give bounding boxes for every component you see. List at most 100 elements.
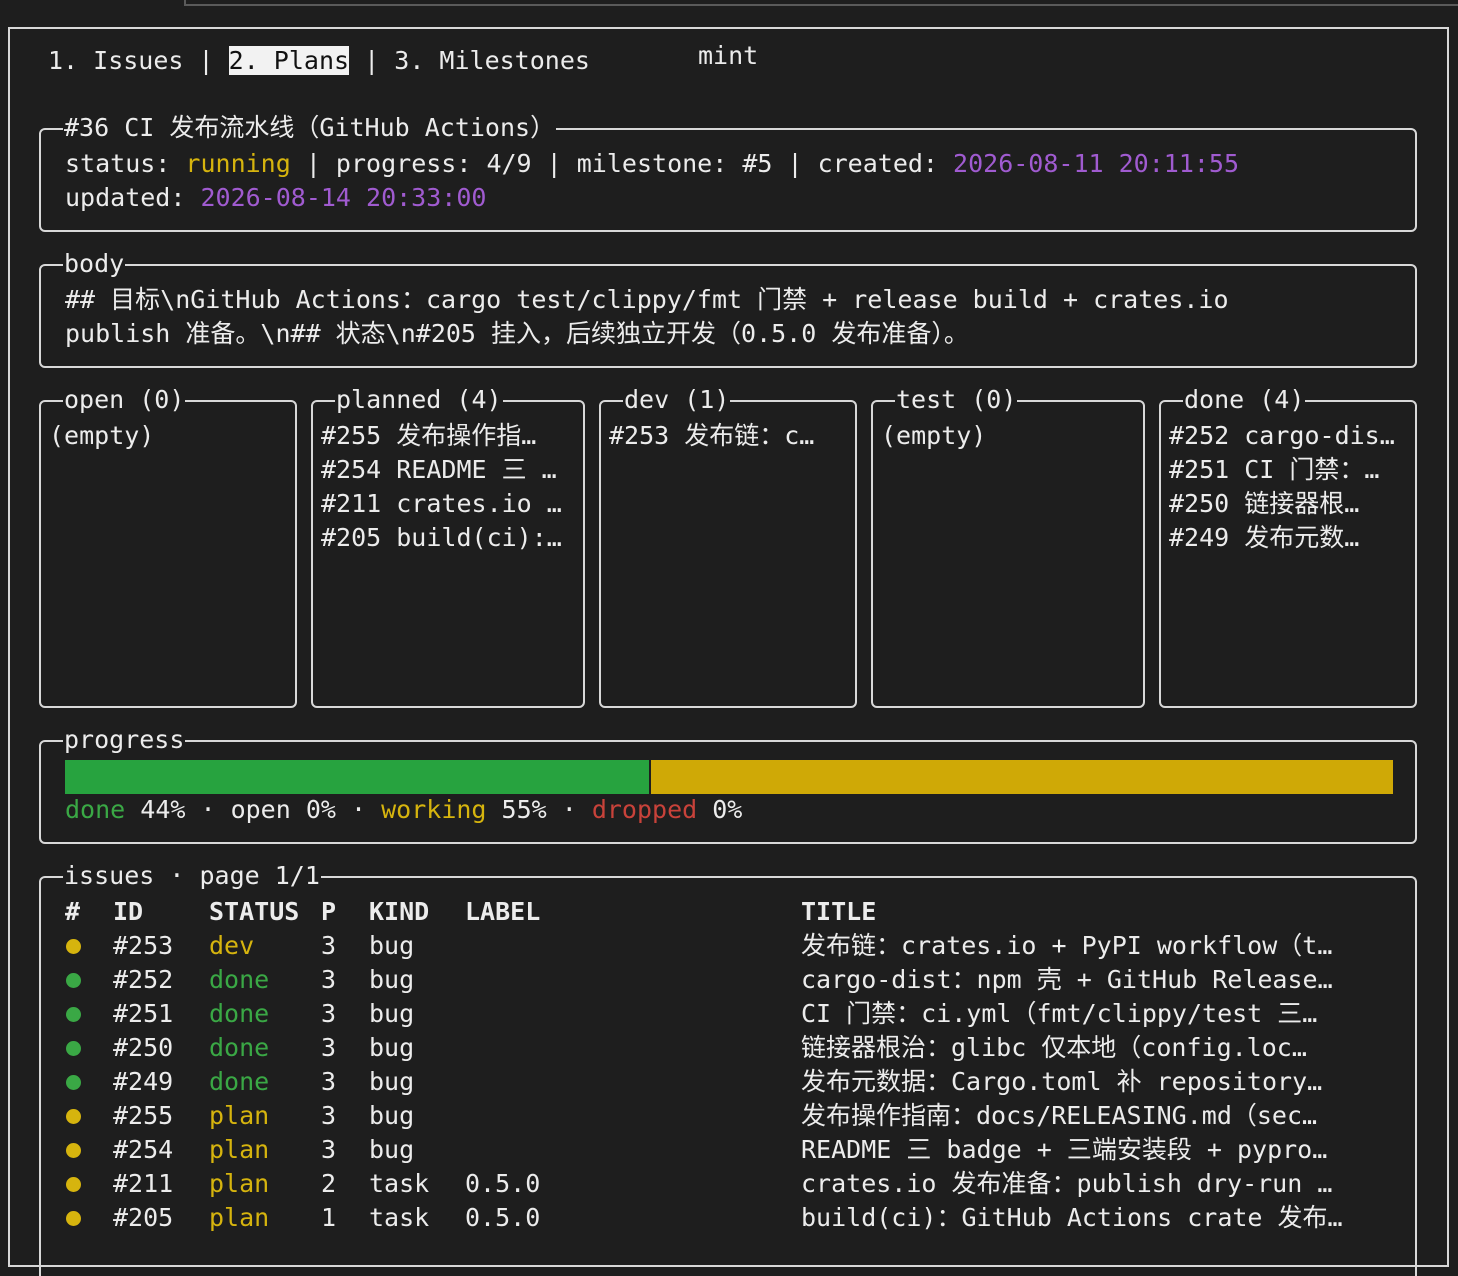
issue-status: done — [209, 1033, 270, 1062]
issue-title: 链接器根治：glibc 仅本地（config.loc… — [801, 1033, 1307, 1062]
tab-bar: 1. Issues | 2. Plans | 3. Milestones — [48, 44, 590, 78]
issue-status: plan — [209, 1101, 270, 1130]
column-item[interactable]: #251 CI 门禁：… — [1169, 453, 1413, 487]
column-test[interactable]: test (0) (empty) — [871, 383, 1145, 708]
issue-kind: bug — [369, 1067, 415, 1096]
column-item[interactable]: #250 链接器根… — [1169, 487, 1413, 521]
issue-title: 发布链：crates.io + PyPI workflow（t… — [801, 931, 1333, 960]
column-title: open (0) — [63, 383, 186, 417]
plan-created: 2026-08-11 20:11:55 — [953, 149, 1240, 178]
issue-label: 0.5.0 — [465, 1169, 541, 1198]
header-id[interactable]: ID — [113, 895, 143, 929]
issue-id: #211 — [113, 1169, 174, 1198]
body-panel: body ## 目标\nGitHub Actions：cargo test/cl… — [39, 247, 1417, 368]
column-title: test (0) — [895, 383, 1018, 417]
column-dev[interactable]: dev (1) #253 发布链：c… — [599, 383, 857, 708]
issue-id: #254 — [113, 1135, 174, 1164]
issue-title: CI 门禁：ci.yml（fmt/clippy/test 三… — [801, 999, 1318, 1028]
issue-status: plan — [209, 1169, 270, 1198]
header-kind[interactable]: KIND — [369, 895, 429, 929]
legend-open-label: open — [230, 795, 291, 824]
issue-status: done — [209, 999, 270, 1028]
issue-kind: bug — [369, 965, 415, 994]
issue-title: 发布元数据：Cargo.toml 补 repository… — [801, 1067, 1323, 1096]
plan-header-panel: #36 CI 发布流水线（GitHub Actions） status: run… — [39, 111, 1417, 232]
issue-id: #255 — [113, 1101, 174, 1130]
issue-kind: bug — [369, 1135, 415, 1164]
issue-status: done — [209, 1067, 270, 1096]
column-title: done (4) — [1183, 383, 1306, 417]
plan-status-line: status: running | progress: 4/9 | milest… — [65, 149, 1240, 178]
tab-separator: | — [198, 46, 214, 75]
legend-done-value: 44% · — [125, 795, 231, 824]
issue-title: crates.io 发布准备：publish dry-run … — [801, 1169, 1333, 1198]
status-dot-icon — [66, 1007, 81, 1022]
issue-priority: 3 — [321, 1067, 337, 1096]
tab-separator: | — [364, 46, 380, 75]
progress-legend: done 44% · open 0% · working 55% · dropp… — [65, 793, 742, 827]
issue-priority: 3 — [321, 1101, 337, 1130]
body-text-line: ## 目标\nGitHub Actions：cargo test/clippy/… — [65, 285, 1229, 314]
column-item[interactable]: #255 发布操作指… — [321, 419, 581, 453]
status-dot-icon — [66, 1109, 81, 1124]
issues-panel: issues · page 1/1 # ID STATUS P KIND LABEL TIT… — [39, 859, 1417, 1276]
issue-priority: 3 — [321, 931, 337, 960]
column-item[interactable]: #252 cargo-dis… — [1169, 419, 1413, 453]
column-item[interactable]: #211 crates.io … — [321, 487, 581, 521]
issue-title: cargo-dist：npm 壳 + GitHub Release… — [801, 965, 1333, 994]
header-label[interactable]: LABEL — [465, 895, 540, 929]
status-dot-icon — [66, 1075, 81, 1090]
column-item[interactable]: #205 build(ci):… — [321, 521, 581, 555]
tab-plans[interactable]: 2. Plans — [228, 46, 350, 75]
tab-milestones[interactable]: 3. Milestones — [394, 46, 590, 75]
status-dot-icon — [66, 1041, 81, 1056]
issue-id: #251 — [113, 999, 174, 1028]
issue-title: 发布操作指南：docs/RELEASING.md（sec… — [801, 1101, 1318, 1130]
issue-title: build(ci)：GitHub Actions crate 发布… — [801, 1203, 1343, 1232]
issue-title: README 三 badge + 三端安装段 + pypro… — [801, 1135, 1328, 1164]
issue-kind: bug — [369, 1101, 415, 1130]
column-item[interactable]: #254 README 三 … — [321, 453, 581, 487]
status-dot-icon — [66, 1177, 81, 1192]
legend-open-value: 0% · — [290, 795, 382, 824]
issues-title: issues · page 1/1 — [63, 859, 321, 893]
issue-status: plan — [209, 1135, 270, 1164]
status-dot-icon — [66, 1211, 81, 1226]
issue-status: dev — [209, 931, 255, 960]
column-title: planned (4) — [335, 383, 503, 417]
plan-updated-line: updated: 2026-08-14 20:33:00 — [65, 183, 487, 212]
column-planned[interactable]: planned (4) #255 发布操作指… #254 README 三 … … — [311, 383, 585, 708]
issue-kind: task — [369, 1203, 430, 1232]
issue-kind: bug — [369, 931, 415, 960]
issue-id: #250 — [113, 1033, 174, 1062]
header-title[interactable]: TITLE — [801, 895, 876, 929]
issue-id: #249 — [113, 1067, 174, 1096]
tab-issues[interactable]: 1. Issues — [48, 46, 183, 75]
progress-bar — [65, 760, 1393, 794]
status-dot-icon — [66, 1143, 81, 1158]
status-dot-icon — [66, 973, 81, 988]
header-status[interactable]: STATUS — [209, 895, 299, 929]
column-title: dev (1) — [623, 383, 731, 417]
column-item: (empty) — [881, 421, 987, 450]
column-item[interactable]: #253 发布链：c… — [609, 419, 853, 453]
issue-id: #205 — [113, 1203, 174, 1232]
plan-title: #36 CI 发布流水线（GitHub Actions） — [63, 111, 557, 145]
issue-priority: 3 — [321, 999, 337, 1028]
plan-status: running — [185, 149, 291, 178]
issue-id: #252 — [113, 965, 174, 994]
progress-panel: progress done 44% · open 0% · working 55… — [39, 723, 1417, 844]
header-priority[interactable]: P — [321, 895, 336, 929]
legend-done-label: done — [65, 795, 126, 824]
header-num[interactable]: # — [65, 895, 80, 929]
issue-label: 0.5.0 — [465, 1203, 541, 1232]
progress-title: progress — [63, 723, 186, 757]
column-item[interactable]: #249 发布元数… — [1169, 521, 1413, 555]
column-done[interactable]: done (4) #252 cargo-dis… #251 CI 门禁：… #2… — [1159, 383, 1417, 708]
issue-priority: 3 — [321, 1033, 337, 1062]
issue-priority: 1 — [321, 1203, 337, 1232]
legend-working-value: 55% · — [486, 795, 592, 824]
column-open[interactable]: open (0) (empty) — [39, 383, 297, 708]
issue-id: #253 — [113, 931, 174, 960]
issue-kind: bug — [369, 999, 415, 1028]
